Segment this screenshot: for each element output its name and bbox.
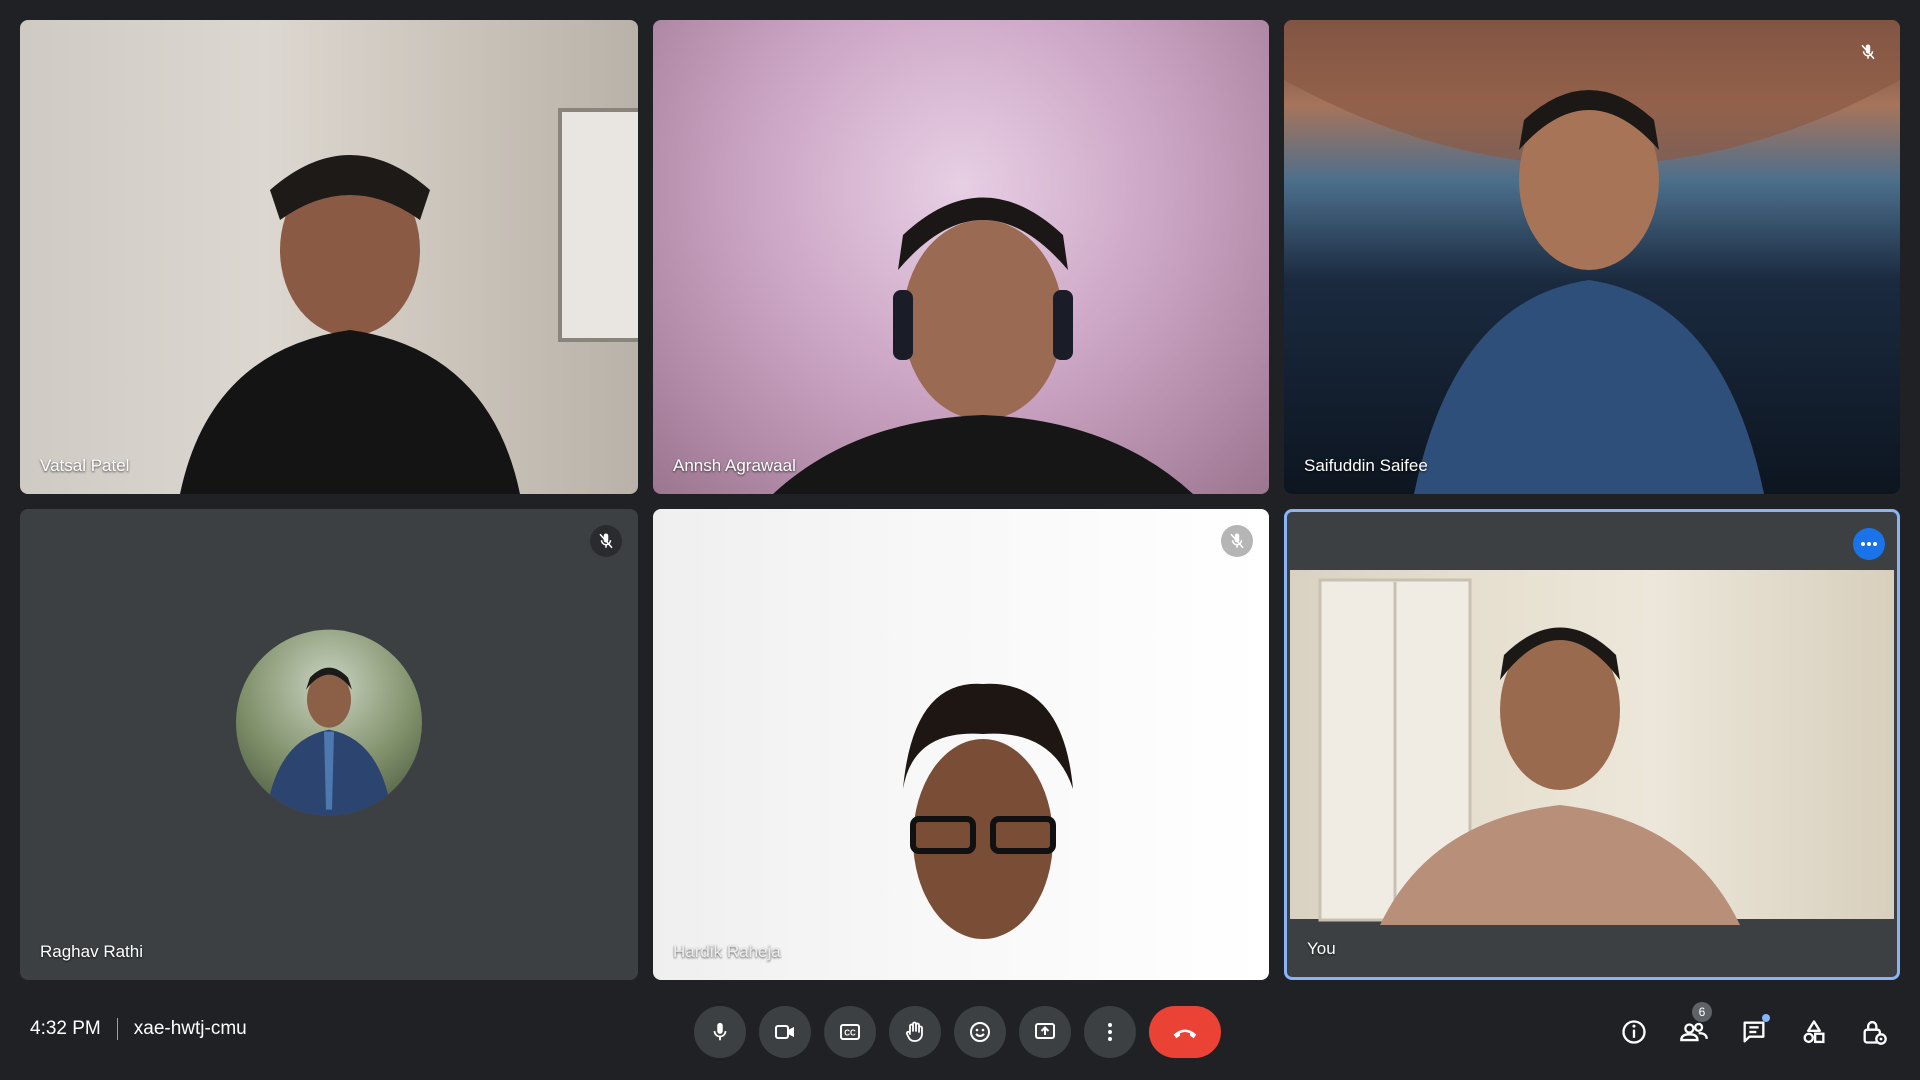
video-frame xyxy=(1284,20,1900,494)
participant-name: Annsh Agrawaal xyxy=(673,456,796,475)
meeting-info: 4:32 PM xae-hwtj-cmu xyxy=(30,1018,247,1040)
mic-off-icon xyxy=(1230,533,1244,549)
participant-tile-vatsal[interactable]: Vatsal Patel xyxy=(20,20,638,494)
participant-tile-raghav[interactable]: Raghav Rathi xyxy=(20,509,638,980)
mic-off-indicator xyxy=(1221,525,1253,557)
captions-icon: CC xyxy=(840,1024,860,1040)
participant-name: Vatsal Patel xyxy=(40,456,130,475)
video-feed xyxy=(20,20,638,494)
microphone-button[interactable] xyxy=(694,1006,746,1058)
video-frame xyxy=(903,683,1073,939)
participant-name: Raghav Rathi xyxy=(40,942,144,961)
participant-name: Saifuddin Saifee xyxy=(1304,456,1428,475)
meeting-details-button[interactable] xyxy=(1612,1010,1656,1054)
mic-off-icon xyxy=(1861,44,1875,60)
chat-notification-dot xyxy=(1762,1014,1770,1022)
participant-tile-saifuddin[interactable]: Saifuddin Saifee xyxy=(1284,20,1900,494)
emoji-icon xyxy=(970,1022,990,1042)
activities-icon xyxy=(1803,1020,1825,1044)
raise-hand-button[interactable] xyxy=(889,1006,941,1058)
svg-text:CC: CC xyxy=(844,1029,856,1038)
more-horizontal-icon xyxy=(1861,542,1877,546)
participant-tile-hardik[interactable]: Hardik Raheja xyxy=(653,509,1269,980)
participant-name: Hardik Raheja xyxy=(673,942,781,961)
captions-button[interactable]: CC xyxy=(824,1006,876,1058)
present-button[interactable] xyxy=(1019,1006,1071,1058)
call-controls: CC xyxy=(694,1006,1221,1058)
video-feed xyxy=(653,20,1269,494)
present-icon xyxy=(1035,1023,1055,1039)
avatar xyxy=(236,629,422,816)
end-call-icon xyxy=(1173,1029,1197,1039)
chat-icon xyxy=(1743,1021,1765,1043)
participant-name: You xyxy=(1307,939,1336,958)
more-options-icon xyxy=(1108,1023,1112,1041)
participant-count-badge: 6 xyxy=(1692,1002,1712,1022)
camera-button[interactable] xyxy=(759,1006,811,1058)
more-options-button[interactable] xyxy=(1084,1006,1136,1058)
avatar-photo xyxy=(266,667,392,816)
end-call-button[interactable] xyxy=(1149,1006,1221,1058)
participant-tile-self[interactable]: You xyxy=(1284,509,1900,980)
video-frame xyxy=(180,108,638,494)
mic-off-icon xyxy=(599,533,613,549)
video-frame xyxy=(1318,578,1740,925)
video-frame xyxy=(773,197,1193,494)
host-controls-button[interactable] xyxy=(1852,1010,1896,1054)
people-icon xyxy=(1680,1022,1708,1042)
clock-time: 4:32 PM xyxy=(30,1018,101,1039)
video-feed xyxy=(1284,20,1900,494)
microphone-icon xyxy=(713,1022,727,1041)
people-button[interactable]: 6 xyxy=(1672,1002,1716,1054)
divider xyxy=(116,1018,118,1040)
host-controls-icon xyxy=(1863,1020,1887,1045)
meeting-code: xae-hwtj-cmu xyxy=(133,1018,247,1039)
tile-options-button[interactable] xyxy=(1853,528,1885,560)
activities-button[interactable] xyxy=(1792,1010,1836,1054)
video-feed xyxy=(653,509,1269,980)
mic-off-indicator xyxy=(1852,36,1884,68)
emoji-button[interactable] xyxy=(954,1006,1006,1058)
info-icon xyxy=(1622,1020,1646,1044)
self-video-feed xyxy=(1290,570,1894,925)
chat-button[interactable] xyxy=(1732,1010,1776,1054)
camera-icon xyxy=(775,1025,794,1039)
participant-tile-annsh[interactable]: Annsh Agrawaal xyxy=(653,20,1269,494)
raise-hand-icon xyxy=(905,1021,923,1042)
mic-off-indicator xyxy=(590,525,622,557)
side-panel-controls: 6 xyxy=(1612,1002,1896,1054)
